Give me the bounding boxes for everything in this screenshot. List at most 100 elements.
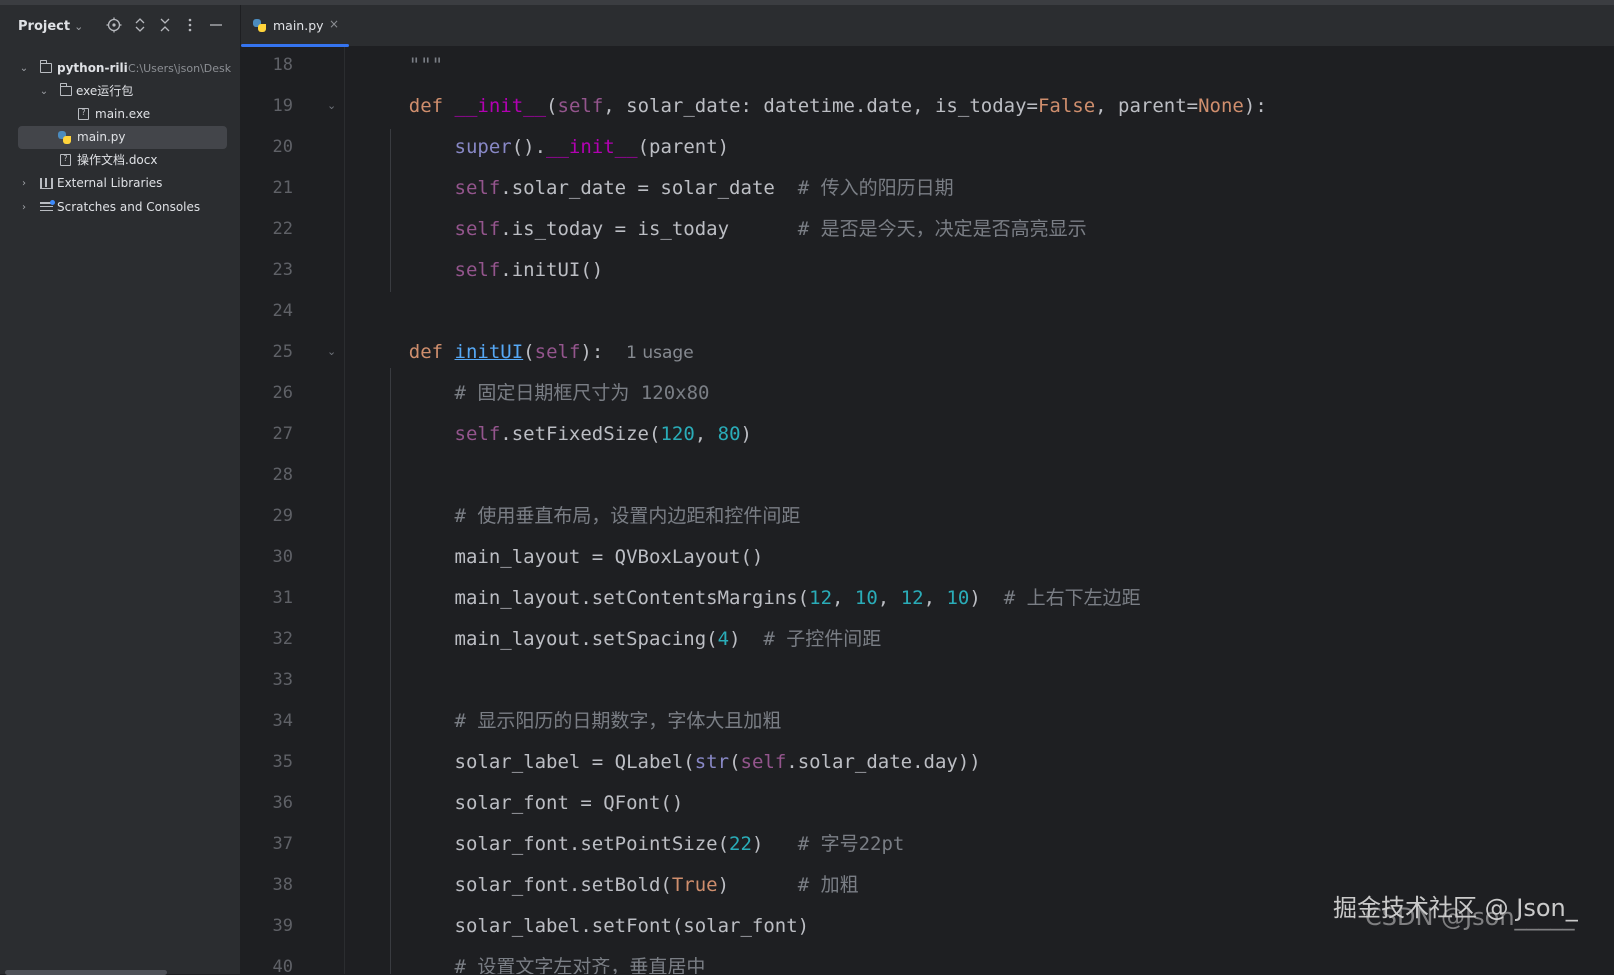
code-line[interactable]: # 固定日期框尺寸为 120x80 xyxy=(345,373,1614,414)
chevron-down-icon[interactable]: ⌄ xyxy=(38,80,50,103)
chevron-down-icon[interactable]: ⌄ xyxy=(18,57,30,80)
code-line[interactable]: super().__init__(parent) xyxy=(345,127,1614,168)
code-line[interactable]: solar_label = QLabel(str(self.solar_date… xyxy=(345,742,1614,783)
locate-icon[interactable] xyxy=(104,17,124,37)
code-line[interactable]: def initUI(self): 1 usage xyxy=(345,332,1614,373)
tree-item-label: Scratches and Consoles xyxy=(57,200,201,214)
code-token: None xyxy=(1198,95,1244,117)
code-token: ): xyxy=(580,341,627,363)
hide-icon[interactable] xyxy=(206,17,226,37)
fold-chevron-icon[interactable]: ⌄ xyxy=(327,99,336,112)
code-token: 22 xyxy=(729,833,752,855)
code-line[interactable]: # 使用垂直布局，设置内边距和控件间距 xyxy=(345,496,1614,537)
code-token: ) xyxy=(969,587,1004,609)
code-token: solar_label = QLabel( xyxy=(363,751,695,773)
code-token: self xyxy=(454,177,501,199)
unknown-file-icon: ? xyxy=(60,154,71,166)
chevron-right-icon[interactable]: › xyxy=(18,196,30,219)
code-token: 12 xyxy=(900,587,924,609)
code-line[interactable]: # 设置文字左对齐，垂直居中 xyxy=(345,947,1614,974)
code-token: solar_font.setPointSize( xyxy=(363,833,730,855)
code-token: """ xyxy=(408,54,444,76)
code-token: ( xyxy=(523,341,535,363)
expand-all-icon[interactable] xyxy=(130,17,150,37)
code-token: 80 xyxy=(717,423,741,445)
code-line[interactable]: main_layout.setContentsMargins(12, 10, 1… xyxy=(345,578,1614,619)
line-number: 21 xyxy=(272,178,293,198)
code-line[interactable]: """ xyxy=(345,47,1614,86)
close-icon[interactable]: × xyxy=(329,17,339,31)
code-line[interactable]: main_layout = QVBoxLayout() xyxy=(345,537,1614,578)
code-token: __init__ xyxy=(546,136,638,158)
code-token: str xyxy=(694,751,730,773)
code-token: self xyxy=(740,751,787,773)
options-icon[interactable] xyxy=(180,17,200,37)
code-token: self xyxy=(557,95,604,117)
code-line[interactable]: self.setFixedSize(120, 80) xyxy=(345,414,1614,455)
code-line[interactable] xyxy=(345,660,1614,701)
line-number: 36 xyxy=(272,793,293,813)
tree-item-label: main.py xyxy=(77,130,126,144)
code-line[interactable]: def __init__(self, solar_date: datetime.… xyxy=(345,86,1614,127)
line-number: 37 xyxy=(272,834,293,854)
code-line[interactable] xyxy=(345,291,1614,332)
chevron-right-icon[interactable]: › xyxy=(18,172,30,195)
line-number: 24 xyxy=(272,301,293,321)
code-token: .initUI() xyxy=(500,259,604,281)
code-token: (). xyxy=(511,136,547,158)
tree-item-main-py[interactable]: main.py xyxy=(18,126,227,149)
code-token: 12 xyxy=(809,587,833,609)
code-token: , xyxy=(832,587,855,609)
code-token: ) xyxy=(740,423,752,445)
code-token: 10 xyxy=(946,587,970,609)
folder-icon xyxy=(40,60,52,73)
code-token: (parent) xyxy=(637,136,730,158)
code-line[interactable]: main_layout.setSpacing(4) # 子控件间距 xyxy=(345,619,1614,660)
python-file-icon xyxy=(58,131,71,144)
project-view-selector[interactable]: Project ⌄ xyxy=(18,19,83,34)
code-token: __init__ xyxy=(454,95,547,117)
code-line[interactable]: # 显示阳历的日期数字，字体大且加粗 xyxy=(345,701,1614,742)
code-token: True xyxy=(671,874,718,896)
code-line[interactable]: solar_font.setPointSize(22) # 字号22pt xyxy=(345,824,1614,865)
code-token: solar_font = QFont() xyxy=(363,792,684,814)
tree-item-label: 操作文档.docx xyxy=(77,153,158,167)
code-token: main_layout.setSpacing( xyxy=(363,628,718,650)
code-token: 120 xyxy=(660,423,695,445)
code-token: # 传入的阳历日期 xyxy=(797,177,954,199)
collapse-all-icon[interactable] xyxy=(155,17,175,37)
tree-item-label: main.exe xyxy=(95,107,151,121)
code-editor[interactable]: 18 19 ⌄ 20 21 22 23 24 25 ⌄ 26 27 28 29 30 31 32 33 34 35 36… xyxy=(241,47,1614,974)
code-line[interactable]: self.solar_date = solar_date # 传入的阳历日期 xyxy=(345,168,1614,209)
project-header: Project ⌄ xyxy=(0,5,240,49)
code-token: self xyxy=(454,218,501,240)
code-token: # 固定日期框尺寸为 120x80 xyxy=(454,382,710,404)
unknown-file-icon: ? xyxy=(78,108,89,120)
code-token: # 是否是今天，决定是否高亮显示 xyxy=(797,218,1087,240)
tree-item-label: External Libraries xyxy=(57,176,163,190)
code-token: 4 xyxy=(717,628,730,650)
tab-main-py[interactable]: main.py × xyxy=(241,5,349,47)
code-token: self xyxy=(534,341,581,363)
code-token: initUI xyxy=(454,341,524,363)
code-token: , parent= xyxy=(1095,95,1199,117)
code-token: def xyxy=(408,95,455,117)
line-number: 26 xyxy=(272,383,293,403)
line-number: 28 xyxy=(272,465,293,485)
horizontal-scrollbar[interactable] xyxy=(5,970,167,975)
code-line[interactable]: self.initUI() xyxy=(345,250,1614,291)
code-token: ) xyxy=(729,628,764,650)
fold-chevron-icon[interactable]: ⌄ xyxy=(327,345,336,358)
code-token: .is_today = is_today xyxy=(500,218,798,240)
project-path: C:\Users\json\Desk xyxy=(128,62,232,75)
code-line[interactable]: solar_font = QFont() xyxy=(345,783,1614,824)
code-token: ( xyxy=(546,95,558,117)
code-line[interactable]: self.is_today = is_today # 是否是今天，决定是否高亮显… xyxy=(345,209,1614,250)
code-token: , xyxy=(923,587,947,609)
code-line[interactable] xyxy=(345,455,1614,496)
